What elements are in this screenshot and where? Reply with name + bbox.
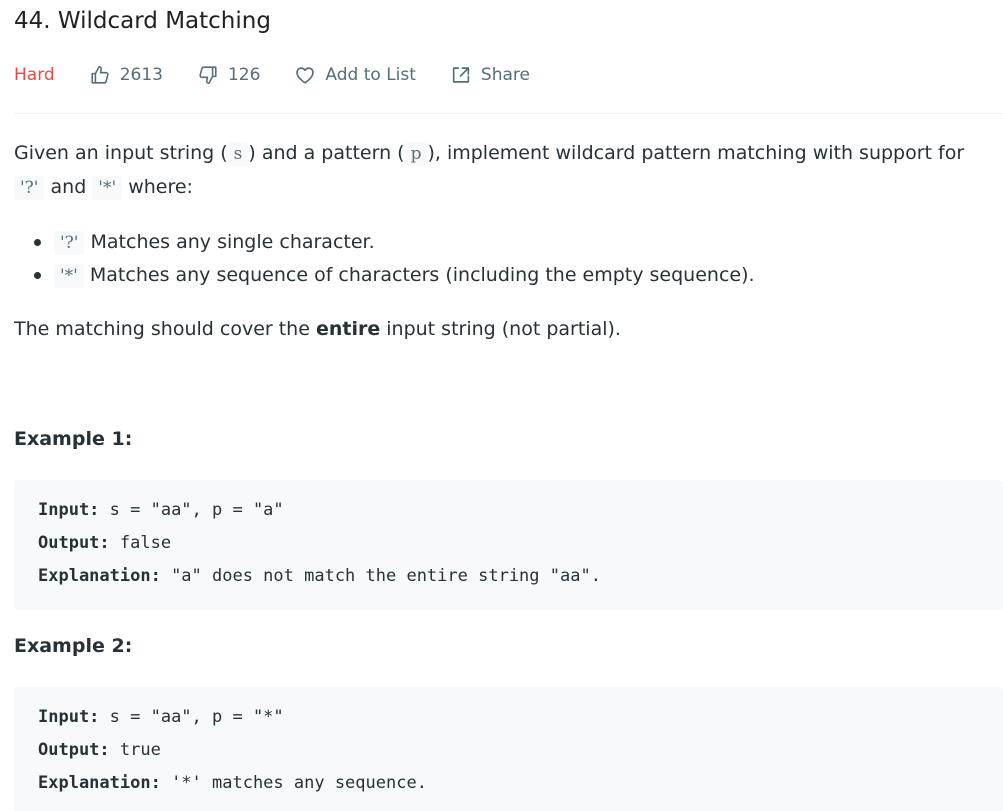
input-value: s = "aa", p = "*" (99, 707, 284, 727)
difficulty-badge: Hard (14, 65, 55, 85)
example-output-line: Output: true (38, 740, 161, 760)
explanation-label: Explanation: (38, 773, 161, 793)
add-to-list-label: Add to List (325, 65, 416, 85)
coverage-text-1: The matching should cover the (14, 318, 316, 340)
explanation-value: '*' matches any sequence. (160, 773, 427, 793)
share-button[interactable]: Share (450, 64, 530, 86)
coverage-note: The matching should cover the entire inp… (14, 313, 621, 346)
heart-icon (296, 67, 315, 84)
intro-and: and (44, 176, 93, 198)
example-output-line: Output: false (38, 533, 171, 553)
rule-text: Matches any single character. (84, 231, 375, 253)
wildcard-rules-list: '?' Matches any single character. '*' Ma… (34, 226, 755, 292)
example-explanation-line: Explanation: '*' matches any sequence. (38, 773, 427, 793)
rule-text: Matches any sequence of characters (incl… (83, 264, 755, 286)
share-label: Share (480, 65, 530, 85)
dislike-button[interactable]: 126 (197, 64, 260, 86)
list-item: '?' Matches any single character. (34, 226, 755, 259)
intro-where: where: (122, 176, 193, 198)
bullet-dot (34, 272, 41, 279)
list-item: '*' Matches any sequence of characters (… (34, 259, 755, 292)
intro-text-3: ), implement wildcard pattern matching w… (427, 142, 965, 164)
add-to-list-button[interactable]: Add to List (294, 64, 416, 86)
coverage-text-2: input string (not partial). (380, 318, 621, 340)
code-s: s (227, 142, 249, 166)
example-2-box: Input: s = "aa", p = "*" Output: true Ex… (14, 687, 1003, 811)
input-label: Input: (38, 707, 100, 727)
example-1-box: Input: s = "aa", p = "a" Output: false E… (14, 480, 1003, 610)
problem-description-panel: 44. Wildcard Matching Hard 2613 126 Add … (14, 0, 1003, 811)
example-2-heading: Example 2: (14, 635, 133, 657)
input-label: Input: (38, 500, 100, 520)
example-input-line: Input: s = "aa", p = "*" (38, 707, 284, 727)
explanation-value: "a" does not match the entire string "aa… (160, 566, 601, 586)
thumbs-up-icon (91, 65, 109, 84)
input-value: s = "aa", p = "a" (99, 500, 284, 520)
example-input-line: Input: s = "aa", p = "a" (38, 500, 284, 520)
output-label: Output: (38, 740, 110, 760)
output-value: false (109, 533, 172, 553)
like-button[interactable]: 2613 (89, 64, 163, 86)
example-explanation-line: Explanation: "a" does not match the enti… (38, 566, 601, 586)
problem-intro: Given an input string (s) and a pattern … (14, 137, 964, 205)
problem-meta-bar: Hard 2613 126 Add to List Share (14, 61, 530, 89)
intro-text-1: Given an input string ( (14, 142, 228, 164)
code-question-mark: '?' (14, 176, 45, 200)
bullet-dot (34, 239, 41, 246)
example-1-heading: Example 1: (14, 428, 133, 450)
share-icon (452, 67, 470, 83)
meta-divider (14, 113, 1003, 114)
explanation-label: Explanation: (38, 566, 161, 586)
code-asterisk: '*' (92, 176, 123, 200)
like-count: 2613 (119, 65, 163, 85)
rule-code: '*' (54, 264, 84, 288)
output-value: true (109, 740, 161, 760)
rule-code: '?' (54, 231, 85, 255)
problem-title: 44. Wildcard Matching (14, 8, 271, 34)
output-label: Output: (38, 533, 110, 553)
thumbs-down-icon (199, 66, 217, 85)
coverage-bold: entire (315, 318, 381, 340)
code-p: p (404, 142, 428, 166)
dislike-count: 126 (227, 65, 261, 85)
intro-text-2: ) and a pattern ( (248, 142, 405, 164)
